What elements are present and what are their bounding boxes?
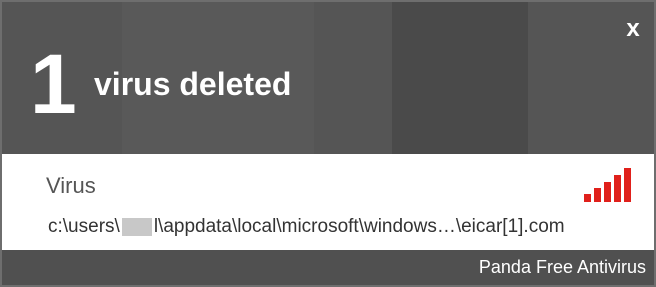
- header-tile: [392, 2, 528, 154]
- signal-bar: [594, 188, 601, 202]
- file-path-end: l\appdata\local\microsoft\windows…\eicar…: [153, 216, 565, 237]
- signal-bar: [604, 182, 611, 202]
- signal-bar: [614, 175, 621, 202]
- product-name: Panda Free Antivirus: [478, 257, 646, 277]
- deleted-count: 1: [30, 37, 77, 131]
- file-path-start: c:\users\: [48, 216, 120, 237]
- notification-header: 1 virus deleted x: [2, 2, 654, 154]
- signal-bar: [584, 194, 591, 202]
- notification-footer: Panda Free Antivirus: [2, 250, 654, 285]
- notification-headline: virus deleted: [94, 66, 292, 102]
- redacted-username: [121, 218, 152, 236]
- header-tile: [314, 2, 392, 154]
- signal-bar: [624, 168, 631, 202]
- threat-type-label: Virus: [46, 173, 96, 198]
- antivirus-notification-popup: 1 virus deleted x Virus c:\users\ l\appd…: [0, 0, 656, 287]
- signal-bars-icon: [584, 162, 644, 202]
- threat-file-path: c:\users\ l\appdata\local\microsoft\wind…: [48, 214, 565, 240]
- close-icon[interactable]: x: [620, 16, 646, 42]
